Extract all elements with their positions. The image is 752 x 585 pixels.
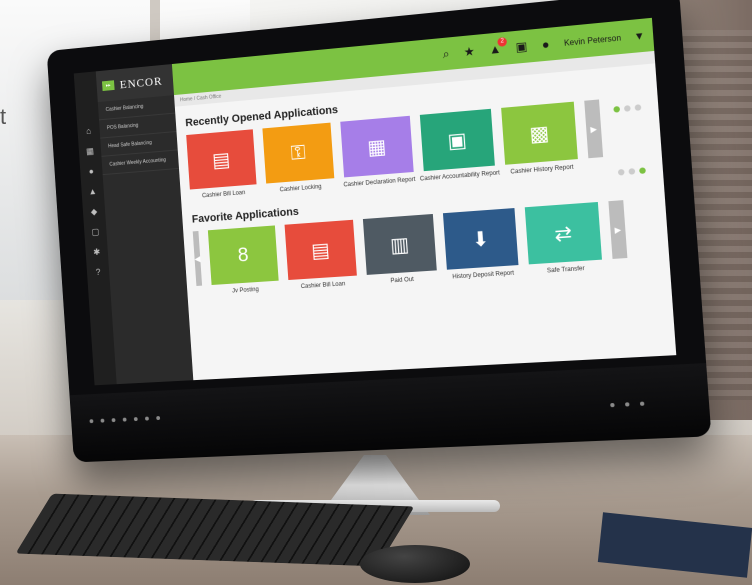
chevron-down-icon[interactable]: ▾ <box>635 28 642 43</box>
app-tile[interactable]: ▤ Cashier Bill Loan <box>186 129 257 200</box>
transfer-icon: ⇄ <box>524 201 602 265</box>
brand-logo: ENCOR <box>119 73 163 91</box>
app-screen: ⌂ ▦ ● ▲ ◆ ▢ ✱ ? ▸▸ ENCOR Cashier Balanci… <box>73 17 677 386</box>
app-tile[interactable]: ▤ Cashier Bill Loan <box>284 219 358 291</box>
monitor: ⌂ ▦ ● ▲ ◆ ▢ ✱ ? ▸▸ ENCOR Cashier Balanci… <box>46 0 712 463</box>
money-icon: ▩ <box>501 101 578 165</box>
search-icon[interactable]: ⌕ <box>442 46 450 62</box>
app-tile[interactable]: ▥ Paid Out <box>362 213 438 286</box>
app-tile[interactable]: 8 Jv Posting <box>207 225 280 295</box>
tile-label: History Deposit Report <box>452 270 515 281</box>
content: Recently Opened Applications ▤ Cashier B… <box>175 63 676 380</box>
app-tile[interactable]: ⚿ Cashier Locking <box>262 122 335 195</box>
app-tile[interactable]: ⬇ History Deposit Report <box>442 208 519 281</box>
gear-icon[interactable]: ✱ <box>93 247 101 257</box>
chevron-left-icon[interactable]: ◀ <box>192 230 203 286</box>
app-tile[interactable]: ⇄ Safe Transfer <box>524 201 603 276</box>
doc-icon[interactable]: ▢ <box>91 227 99 237</box>
bell-icon[interactable]: ▲ 2 <box>488 36 508 57</box>
main-area: ⌕ ★ ▲ 2 ▣ ● Kevin Peterson ▾ Home / Cash … <box>171 17 676 380</box>
chart-icon[interactable]: ▲ <box>88 186 97 196</box>
tile-label: Jv Posting <box>232 286 259 295</box>
cart-icon[interactable]: ◆ <box>91 206 98 216</box>
home-icon[interactable]: ⌂ <box>86 126 92 136</box>
mouse <box>360 545 470 583</box>
user-menu[interactable]: Kevin Peterson <box>564 33 622 48</box>
grid-icon[interactable]: ▦ <box>86 146 94 156</box>
pos-icon: 8 <box>207 225 279 286</box>
app-tile[interactable]: ▩ Cashier History Report <box>501 101 579 176</box>
money-out-icon: ▥ <box>362 213 437 275</box>
user-icon[interactable]: ● <box>89 166 95 176</box>
user-icon: ● <box>541 36 550 52</box>
brand-badge: ▸▸ <box>101 80 115 92</box>
notification-badge: 2 <box>497 36 508 47</box>
help-icon[interactable]: ? <box>95 267 100 277</box>
tile-label: Safe Transfer <box>546 265 585 275</box>
corner-text: t <box>0 104 7 129</box>
tile-label: Paid Out <box>390 276 415 285</box>
cash-icon: ▤ <box>284 219 357 281</box>
tile-label: Cashier Bill Loan <box>300 281 346 291</box>
app-tile[interactable]: ▦ Cashier Declaration Report <box>340 115 416 188</box>
register-icon: ▣ <box>419 108 495 172</box>
deposit-icon: ⬇ <box>442 208 519 270</box>
star-icon[interactable]: ★ <box>463 44 475 59</box>
register-icon[interactable]: ▣ <box>515 39 528 54</box>
keyboard <box>15 493 415 567</box>
chevron-right-icon[interactable]: ▶ <box>584 99 604 159</box>
report-icon: ▦ <box>340 115 414 178</box>
lock-icon: ⚿ <box>262 122 335 184</box>
chevron-right-icon[interactable]: ▶ <box>608 200 628 259</box>
app-tile[interactable]: ▣ Cashier Accountability Report <box>419 108 500 183</box>
cash-icon: ▤ <box>186 129 257 190</box>
